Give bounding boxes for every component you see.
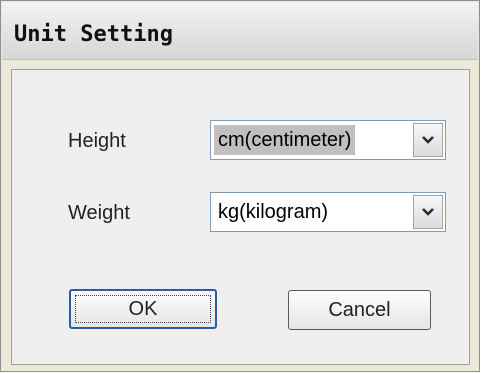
title-bar[interactable]: Unit Setting (2, 2, 478, 60)
unit-setting-dialog: Unit Setting Height cm(centimeter) Weigh… (0, 0, 480, 372)
height-label: Height (68, 130, 126, 152)
weight-unit-select[interactable]: kg(kilogram) (210, 192, 446, 232)
weight-unit-value: kg(kilogram) (218, 201, 329, 223)
ok-button[interactable]: OK (69, 289, 217, 329)
cancel-button-label: Cancel (328, 298, 391, 321)
focus-rectangle (75, 295, 211, 323)
height-unit-select[interactable]: cm(centimeter) (210, 120, 446, 160)
settings-panel: Height cm(centimeter) Weight kg(kilogram… (11, 69, 470, 365)
height-dropdown-button[interactable] (413, 123, 443, 157)
weight-label: Weight (68, 202, 130, 224)
cancel-button[interactable]: Cancel (288, 290, 431, 330)
dialog-title: Unit Setting (14, 22, 173, 47)
chevron-down-icon (422, 208, 434, 216)
weight-dropdown-button[interactable] (413, 195, 443, 229)
height-unit-value: cm(centimeter) (214, 125, 356, 155)
chevron-down-icon (422, 136, 434, 144)
